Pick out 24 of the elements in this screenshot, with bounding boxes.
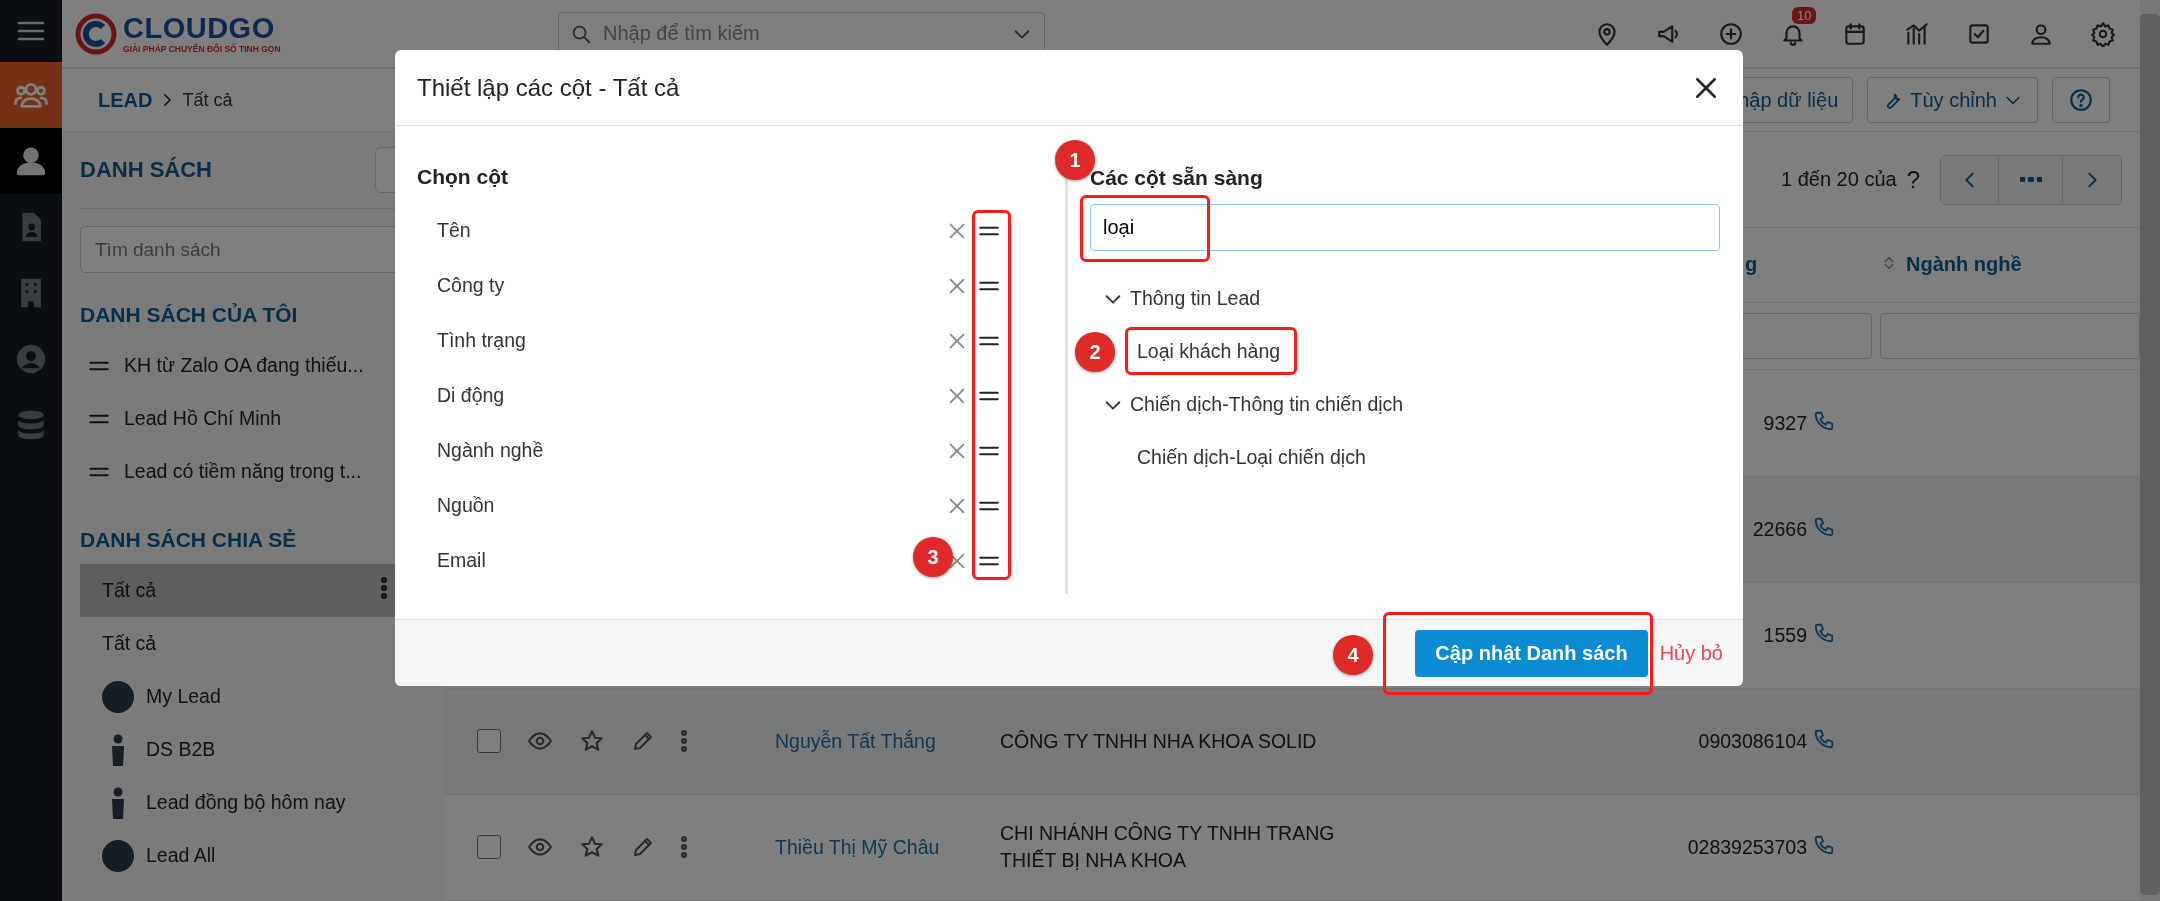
selected-column-label: Tình trạng [437,329,526,353]
phone-cell: 1559 [1763,623,1807,647]
step-number: 2 [1075,332,1115,372]
section-heading: DANH SÁCH CHIA SẺ [80,528,298,553]
dialog-title: Thiết lập các cột - Tất cả [417,73,680,102]
section-heading: DANH SÁCH CỦA TÔI [80,303,299,328]
phone-cell: 9327 [1763,411,1807,435]
selected-column-label: Nguồn [437,494,495,518]
sidebar-title: DANH SÁCH [80,157,212,183]
selected-column-label: Di động [437,384,505,408]
phone-cell: 22666 [1752,517,1807,541]
notification-badge: 10 [1792,6,1817,24]
phone-cell: 02839253703 [1687,835,1807,859]
column-heading: Chọn cột [417,164,509,190]
step-number: 3 [913,537,953,577]
logo-tagline: GIẢI PHÁP CHUYỂN ĐỔI SỐ TINH GỌN [123,44,281,54]
pagination-range: 1 đến 20 của [1781,168,1897,191]
selected-column-label: Công ty [437,274,505,298]
selected-column-label: Ngành nghề [437,439,544,463]
company-cell-text: CHI NHÁNH CÔNG TY TNHH TRANG THIẾT BỊ NHA KHOA [1000,821,1336,874]
company-cell-text: CÔNG TY TNHH NHA KHOA SOLID [1000,728,1318,754]
logo-name: CLOUDGO [123,13,276,43]
phone-cell: 0903086104 [1698,729,1807,753]
breadcrumb-page: Tất cả [182,89,233,111]
